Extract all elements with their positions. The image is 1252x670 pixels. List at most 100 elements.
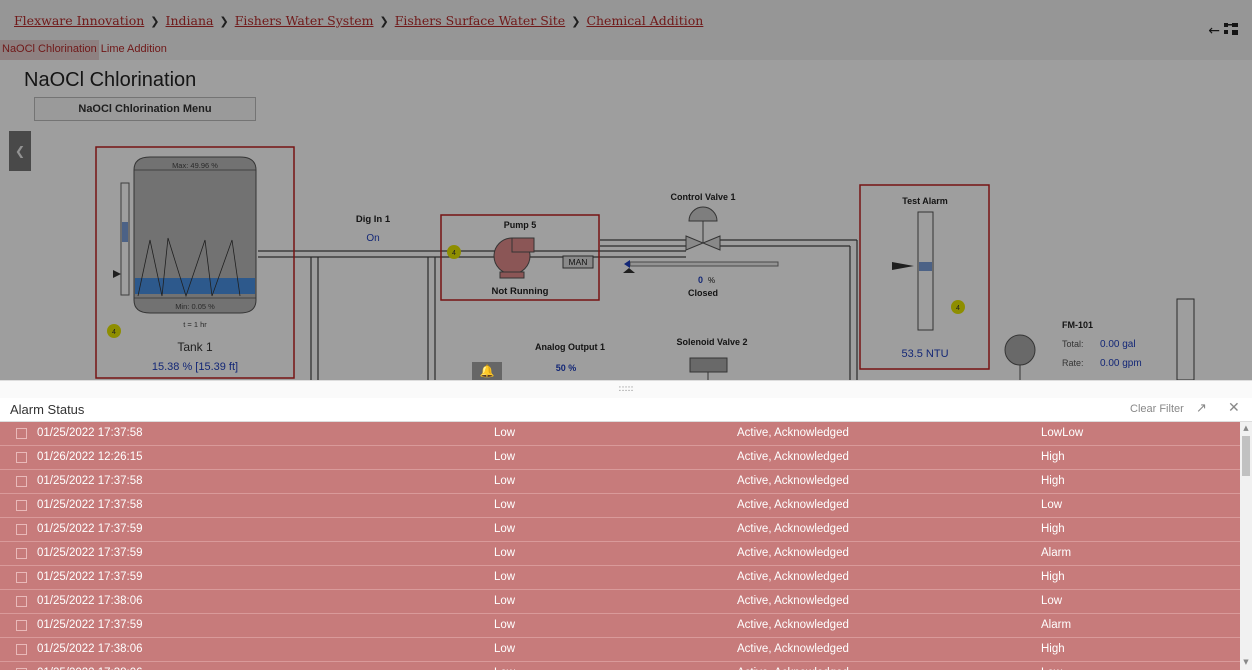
row-checkbox[interactable]: [16, 596, 27, 607]
tank-time-label: t = 1 hr: [183, 320, 207, 329]
tank-min-label: Min: 0.05 %: [175, 302, 215, 311]
alarm-panel-header: Alarm Status Clear Filter ↗ ✕: [0, 398, 1252, 422]
right-tank-outline: [1176, 298, 1195, 380]
alarm-time: 01/25/2022 17:37:59: [37, 523, 143, 535]
solenoid-valve-name: Solenoid Valve 2: [676, 337, 747, 347]
alarm-type: High: [1041, 523, 1065, 535]
alarm-priority: Low: [494, 499, 516, 511]
tank-gauge-marker: [122, 222, 128, 242]
analog-output-value: 50 %: [556, 363, 577, 373]
tank-max-label: Max: 49.96 %: [172, 161, 218, 170]
alarm-state: Active, Acknowledged: [737, 643, 849, 655]
row-checkbox[interactable]: [16, 644, 27, 655]
flow-meter-rate-label: Rate:: [1062, 358, 1084, 368]
analog-output-name: Analog Output 1: [535, 342, 605, 352]
flow-meter-icon[interactable]: [1004, 334, 1036, 366]
control-valve-name: Control Valve 1: [670, 192, 735, 202]
slider-handle-icon[interactable]: [623, 268, 635, 273]
alarm-panel-title: Alarm Status: [10, 402, 85, 417]
flow-meter-rate-value: 0.00 gpm: [1100, 358, 1142, 369]
alarm-type: Alarm: [1041, 619, 1072, 631]
tank-value: 15.38 % [15.39 ft]: [152, 361, 238, 373]
pump-status: Not Running: [492, 286, 549, 297]
popout-icon[interactable]: ↗: [1196, 401, 1207, 416]
control-valve-unit: %: [708, 276, 715, 285]
alarm-state: Active, Acknowledged: [737, 595, 849, 607]
solenoid-valve-icon[interactable]: [689, 357, 728, 373]
row-checkbox[interactable]: [16, 524, 27, 535]
alarm-time: 01/25/2022 17:38:06: [37, 595, 143, 607]
scrollbar-thumb[interactable]: [1242, 436, 1250, 476]
alarm-type: High: [1041, 475, 1065, 487]
alarm-priority: Low: [494, 643, 516, 655]
pump-icon[interactable]: [493, 237, 535, 279]
dig-in-value: On: [366, 233, 379, 244]
close-icon[interactable]: ✕: [1228, 400, 1240, 416]
table-row[interactable]: 01/25/2022 17:37:58 Low Active, Acknowledg…: [0, 422, 1240, 446]
flow-meter-total-label: Total:: [1062, 339, 1084, 349]
table-row[interactable]: 01/25/2022 17:37:58 Low Active, Acknowledg…: [0, 470, 1240, 494]
alarm-state: Active, Acknowledged: [737, 571, 849, 583]
table-row[interactable]: 01/26/2022 12:26:15 Low Active, Acknowledg…: [0, 446, 1240, 470]
table-row[interactable]: 01/25/2022 17:38:06 Low Active, Acknowledg…: [0, 638, 1240, 662]
table-row[interactable]: 01/25/2022 17:37:59 Low Active, Acknowledg…: [0, 614, 1240, 638]
row-checkbox[interactable]: [16, 572, 27, 583]
alarm-time: 01/25/2022 17:37:58: [37, 427, 143, 439]
alarm-priority: Low: [494, 427, 516, 439]
table-row[interactable]: 01/25/2022 17:37:59 Low Active, Acknowledg…: [0, 518, 1240, 542]
test-alarm-name: Test Alarm: [902, 196, 948, 206]
process-diagram: Max: 49.96 % Min: 0.05 % t = 1 hr 4 Tank…: [95, 146, 1195, 380]
bell-icon[interactable]: 🔔: [472, 362, 502, 380]
control-valve-icon[interactable]: [685, 206, 721, 251]
alarm-type: Low: [1041, 499, 1063, 511]
alarm-table-scrollbar[interactable]: ▲ ▼: [1240, 422, 1252, 670]
table-row[interactable]: 01/25/2022 17:38:06LowActive, Acknowledg…: [0, 662, 1240, 670]
table-row[interactable]: 01/25/2022 17:37:59 Low Active, Acknowledg…: [0, 566, 1240, 590]
pump-mode: MAN: [569, 257, 588, 267]
control-valve-status: Closed: [688, 288, 718, 298]
row-checkbox[interactable]: [16, 452, 27, 463]
row-checkbox[interactable]: [16, 548, 27, 559]
control-valve-value: 0: [698, 275, 703, 285]
alarm-time: 01/25/2022 17:37:59: [37, 547, 143, 559]
alarm-type: LowLow: [1041, 427, 1084, 439]
flow-meter-total-value: 0.00 gal: [1100, 339, 1136, 350]
slider-pointer-icon: [624, 260, 630, 268]
tank-alarm-count: 4: [112, 329, 116, 336]
alarm-time: 01/25/2022 17:38:06: [37, 643, 143, 655]
alarm-type: High: [1041, 643, 1065, 655]
panel-resize-handle[interactable]: :::::: [0, 380, 1252, 398]
alarm-state: Active, Acknowledged: [737, 499, 849, 511]
table-row[interactable]: 01/25/2022 17:38:06 Low Active, Acknowledg…: [0, 590, 1240, 614]
pipe-network: [258, 239, 858, 380]
row-checkbox[interactable]: [16, 620, 27, 631]
row-checkbox[interactable]: [16, 476, 27, 487]
alarm-time: 01/25/2022 17:37:59: [37, 619, 143, 631]
test-alarm-pointer-icon: [892, 262, 914, 270]
tank-name: Tank 1: [177, 340, 213, 354]
tank-level-pointer-icon: [113, 270, 121, 278]
control-valve-slider[interactable]: [629, 261, 779, 267]
pump-alarm-count: 4: [452, 250, 456, 257]
scroll-up-icon[interactable]: ▲: [1240, 424, 1252, 432]
alarm-state: Active, Acknowledged: [737, 523, 849, 535]
table-row[interactable]: 01/25/2022 17:37:59 Low Active, Acknowledg…: [0, 542, 1240, 566]
alarm-type: High: [1041, 451, 1065, 463]
alarm-priority: Low: [494, 523, 516, 535]
test-alarm-gauge-marker: [919, 262, 932, 271]
pump-name: Pump 5: [504, 220, 537, 230]
alarm-time: 01/26/2022 12:26:15: [37, 451, 143, 463]
row-checkbox[interactable]: [16, 428, 27, 439]
alarm-priority: Low: [494, 475, 516, 487]
row-checkbox[interactable]: [16, 500, 27, 511]
clear-filter-button[interactable]: Clear Filter: [1130, 403, 1184, 415]
table-row[interactable]: 01/25/2022 17:37:58 Low Active, Acknowledg…: [0, 494, 1240, 518]
scroll-down-icon[interactable]: ▼: [1240, 658, 1252, 666]
alarm-priority: Low: [494, 619, 516, 631]
alarm-state: Active, Acknowledged: [737, 451, 849, 463]
alarm-priority: Low: [494, 547, 516, 559]
test-alarm-value: 53.5 NTU: [901, 348, 948, 360]
test-alarm-count: 4: [956, 305, 960, 312]
alarm-type: Low: [1041, 595, 1063, 607]
dig-in-label: Dig In 1: [356, 214, 391, 225]
